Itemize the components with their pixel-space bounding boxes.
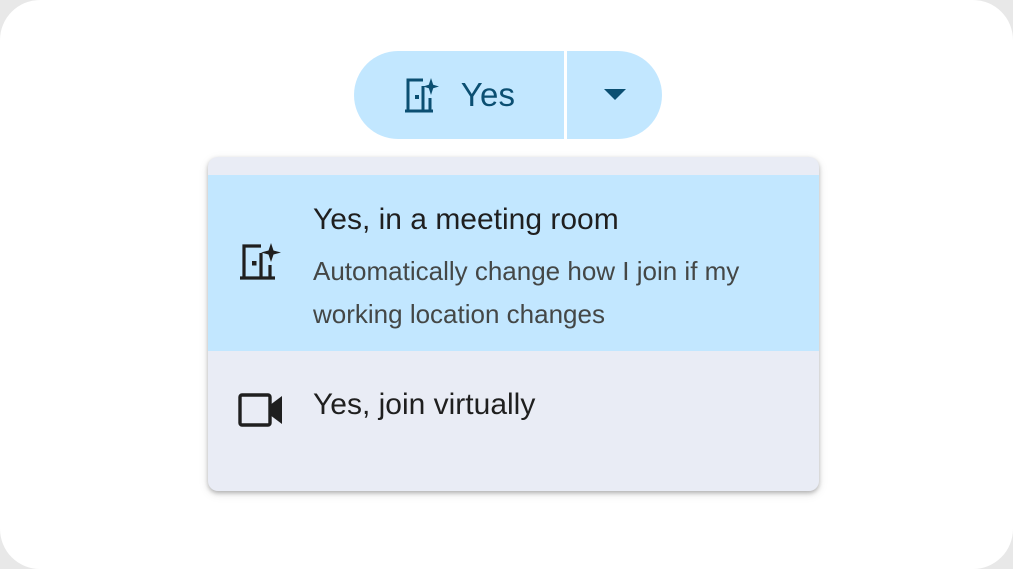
rsvp-yes-button[interactable]: Yes	[354, 51, 564, 139]
canvas: Yes Yes, in a meeting room Automatically…	[0, 0, 1013, 569]
menu-item-description: Automatically change how I join if my wo…	[313, 256, 740, 329]
caret-down-icon	[603, 89, 626, 101]
menu-item-title: Yes, join virtually	[313, 388, 536, 421]
rsvp-dropdown-button[interactable]	[567, 51, 662, 139]
videocam-icon	[238, 393, 284, 427]
rsvp-yes-label: Yes	[460, 76, 516, 113]
rsvp-options-menu: Yes, in a meeting room Automatically cha…	[208, 157, 819, 491]
menu-item-title: Yes, in a meeting room	[313, 203, 619, 236]
menu-item-join-virtually[interactable]: Yes, join virtually	[208, 351, 819, 471]
meeting-room-sparkle-icon	[238, 241, 282, 281]
meeting-room-sparkle-icon	[403, 76, 439, 114]
menu-item-meeting-room[interactable]: Yes, in a meeting room Automatically cha…	[208, 175, 819, 351]
rsvp-split-button: Yes	[354, 51, 662, 139]
